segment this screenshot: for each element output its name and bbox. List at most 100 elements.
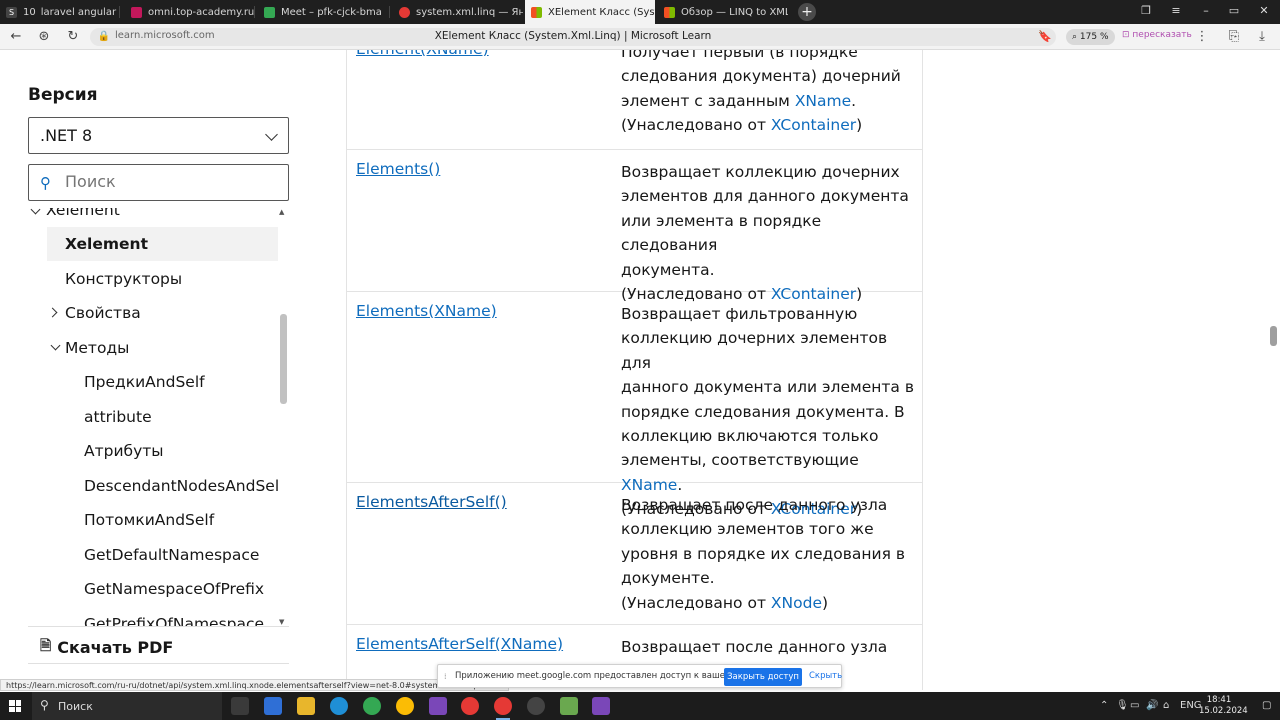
system-clock[interactable]: 18:41 15.02.2024 <box>1199 695 1248 717</box>
method-link-elements-xname[interactable]: Elements(XName) <box>356 302 497 320</box>
page-scrollbar-thumb[interactable] <box>1270 326 1277 346</box>
network-icon[interactable]: ⌂ <box>1163 700 1169 711</box>
tab-label: laravel angular <box>40 6 117 18</box>
minimize-icon[interactable]: – <box>1198 4 1214 17</box>
windows-start-icon[interactable] <box>9 700 21 712</box>
xcontainer-link[interactable]: XContainer <box>771 116 856 134</box>
toc-label: ПотомкиAndSelf <box>84 511 215 529</box>
store-icon[interactable] <box>264 697 282 715</box>
scroll-down-arrow-icon[interactable]: ▼ <box>279 618 284 626</box>
restore-icon[interactable]: ▭ <box>1226 4 1242 17</box>
yandex-browser-icon[interactable] <box>461 697 479 715</box>
notifications-icon[interactable]: ▢ <box>1262 700 1271 711</box>
toc-item-descendantsandself[interactable]: ПотомкиAndSelf <box>28 503 278 537</box>
edge-icon[interactable] <box>330 697 348 715</box>
browser-tab-bar: S 10 laravel angular ⌄ omni.top-academy.… <box>0 0 1280 24</box>
address-bar-row: ← ⊛ ↻ 🔒 learn.microsoft.com XElement Кла… <box>0 24 1280 50</box>
tab-badge: 10 <box>23 6 36 18</box>
method-link-elementsafterself[interactable]: ElementsAfterSelf() <box>356 493 507 511</box>
toc-label: Атрибуты <box>84 442 164 460</box>
toc-item-getdefaultnamespace[interactable]: GetDefaultNamespace <box>28 538 278 572</box>
desc-line: порядке следования документа. В <box>621 402 905 421</box>
menu-icon[interactable]: ≡ <box>1168 4 1184 17</box>
collections-icon[interactable]: ⎘ <box>1226 29 1242 45</box>
toc-label: GetDefaultNamespace <box>84 546 260 564</box>
tabs-list-icon[interactable]: ❐ <box>1138 4 1154 17</box>
task-view-icon[interactable] <box>231 697 249 715</box>
toc-scrollbar-thumb[interactable] <box>280 314 287 404</box>
close-window-icon[interactable]: ✕ <box>1256 4 1272 17</box>
toc-item-properties[interactable]: Свойства <box>28 296 278 330</box>
table-row: Elements(XName) Возвращает фильтрованную… <box>346 292 923 518</box>
version-select[interactable]: .NET 8 <box>28 117 289 154</box>
toc-item-getprefixofnamespace[interactable]: GetPrefixOfNamespace <box>28 607 278 626</box>
page-scrollbar[interactable] <box>1268 50 1280 690</box>
site-favicon-icon <box>131 6 142 18</box>
desc-line: элементов для данного документа <box>621 187 909 206</box>
toc-search-input[interactable] <box>65 172 275 191</box>
app-icon[interactable] <box>560 697 578 715</box>
toc-item-xelement[interactable]: Xelement <box>47 227 278 261</box>
stop-sharing-button[interactable]: Закрыть доступ <box>724 668 802 686</box>
table-row: Element(XName) Получает первый (в порядк… <box>346 50 923 150</box>
search-icon: ⚲ <box>40 698 49 712</box>
toc-item-getnamespaceofprefix[interactable]: GetNamespaceOfPrefix <box>28 572 278 606</box>
zoom-icon: ⌕ <box>1072 32 1080 42</box>
desc-line: уровня в порядке их следования в <box>621 544 905 563</box>
more-icon[interactable]: ⋮ <box>1194 29 1210 45</box>
toc-item-xelement-parent[interactable]: Xelement <box>30 208 278 227</box>
tab-google-meet[interactable]: Meet – pfk-cjck-bma <box>258 0 390 24</box>
tab-xelement-class[interactable]: XElement Класс (System ✕ <box>525 0 655 24</box>
xnode-link[interactable]: XNode <box>771 594 822 612</box>
desc-line: следования документа) дочерний <box>621 67 901 86</box>
drag-handle-icon[interactable]: ⁞ <box>444 672 447 681</box>
yandex-browser-active-icon[interactable] <box>494 697 512 720</box>
scroll-up-arrow-icon[interactable]: ▲ <box>279 208 284 216</box>
toc-item-constructors[interactable]: Конструкторы <box>28 262 278 296</box>
volume-icon[interactable]: 🔊 <box>1146 700 1158 711</box>
display-icon[interactable]: ▭ <box>1130 700 1139 711</box>
toc-search-box[interactable]: ⚲ <box>28 164 289 201</box>
toc-scrollbar[interactable]: ▲ ▼ <box>278 208 290 626</box>
desc-line: Возвращает фильтрованную <box>621 305 858 323</box>
desc-line: Возвращает после данного узла <box>621 496 888 514</box>
desc-line: коллекцию элементов того же <box>621 520 874 539</box>
file-explorer-icon[interactable] <box>297 697 315 715</box>
download-pdf-link[interactable]: 🗎 Скачать PDF <box>40 635 173 659</box>
retell-button[interactable]: ⊡ пересказать <box>1122 30 1192 40</box>
toc-item-attribute[interactable]: attribute <box>28 400 278 434</box>
desc-line: элемент с заданным <box>621 91 795 110</box>
inherited-prefix: (Унаследовано от <box>621 593 771 612</box>
tab-yandex-search[interactable]: system.xml.linq — Яндекс <box>393 0 523 24</box>
visual-studio-2-icon[interactable] <box>592 697 610 715</box>
method-link-element-xname[interactable]: Element(XName) <box>356 50 489 58</box>
obs-icon[interactable] <box>527 697 545 715</box>
desc-line: элементы, соответствующие <box>621 451 859 470</box>
desc-line: коллекцию дочерних элементов для <box>621 329 888 372</box>
version-value: .NET 8 <box>40 126 93 145</box>
taskbar-search[interactable]: ⚲ Поиск <box>32 692 222 720</box>
method-link-elementsafterself-xname[interactable]: ElementsAfterSelf(XName) <box>356 635 563 653</box>
new-tab-button[interactable]: + <box>798 3 816 21</box>
toc-item-methods[interactable]: Методы <box>28 331 278 365</box>
tray-chevron-icon[interactable]: ⌃ <box>1100 700 1108 711</box>
retell-label: пересказать <box>1132 30 1192 40</box>
divider <box>28 663 289 664</box>
method-link-elements[interactable]: Elements() <box>356 160 440 178</box>
toc-item-attributes[interactable]: Атрибуты <box>28 434 278 468</box>
toc-item-ancestorsandself[interactable]: ПредкиAndSelf <box>28 365 278 399</box>
tab-linq-overview[interactable]: Обзор — LINQ to XML - <box>658 0 788 24</box>
tab-omni-academy[interactable]: omni.top-academy.ru/#/p <box>125 0 255 24</box>
tab-laravel-angular[interactable]: S 10 laravel angular ⌄ <box>0 0 120 24</box>
microphone-icon[interactable]: 🎙 <box>1116 700 1129 711</box>
toc-item-descendantnodesandself[interactable]: DescendantNodesAndSelf <box>28 469 278 503</box>
hide-button[interactable]: Скрыть <box>809 671 842 681</box>
xname-link[interactable]: XName <box>795 92 851 110</box>
bookmark-icon[interactable]: 🔖 <box>1037 29 1053 45</box>
zoom-indicator[interactable]: ⌕ 175 % <box>1066 29 1115 45</box>
chrome-icon[interactable] <box>363 697 381 715</box>
divider <box>28 626 289 627</box>
visual-studio-icon[interactable] <box>429 697 447 715</box>
chrome-canary-icon[interactable] <box>396 697 414 715</box>
download-icon[interactable]: ⤓ <box>1254 29 1270 45</box>
